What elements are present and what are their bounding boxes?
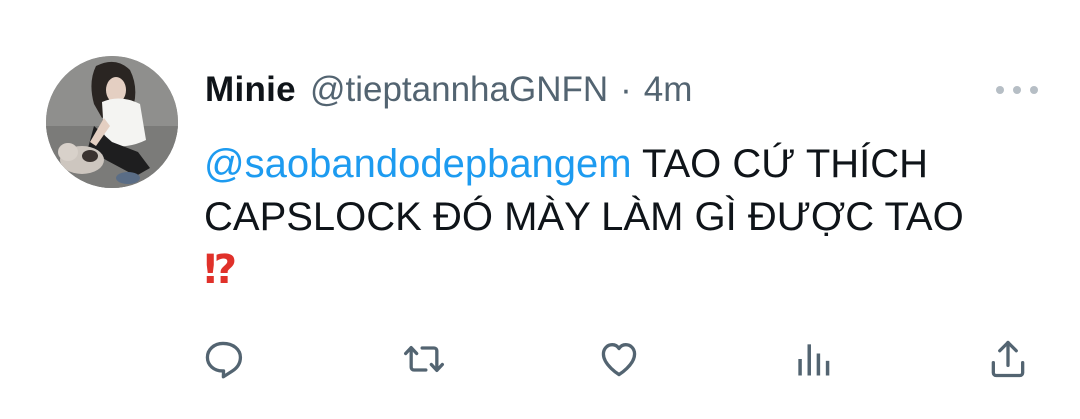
more-dot-icon (996, 86, 1004, 94)
more-dot-icon (1013, 86, 1021, 94)
tweet-card[interactable]: Minie @tieptannhaGNFN · 4m @saobandodepb… (0, 0, 1080, 419)
tweet-header: Minie @tieptannhaGNFN · 4m (205, 66, 692, 114)
heart-icon (601, 343, 637, 377)
avatar[interactable] (46, 56, 178, 188)
tweet-text: @saobandodepbangem TAO CỨ THÍCH CAPSLOCK… (204, 138, 1054, 297)
tweet-text-line2: CAPSLOCK ĐÓ MÀY LÀM GÌ ĐƯỢC TAO (204, 195, 964, 239)
exclamation-question-emoji: ⁉ (204, 248, 237, 292)
like-button[interactable] (594, 334, 644, 384)
author-name[interactable]: Minie (205, 66, 296, 114)
analytics-icon (798, 344, 830, 376)
mention-link[interactable]: @saobandodepbangem (204, 142, 632, 186)
retweet-icon (404, 345, 444, 373)
retweet-button[interactable] (399, 334, 449, 384)
more-options-button[interactable] (996, 80, 1038, 100)
more-dot-icon (1030, 86, 1038, 94)
reply-icon (205, 341, 243, 379)
action-bar (0, 334, 1080, 384)
share-button[interactable] (983, 334, 1033, 384)
timestamp[interactable]: 4m (644, 66, 693, 114)
tweet-text-line1: TAO CỨ THÍCH (631, 142, 929, 186)
avatar-photo (46, 56, 178, 188)
reply-button[interactable] (198, 334, 248, 384)
separator-dot: · (620, 70, 632, 109)
analytics-button[interactable] (788, 334, 838, 384)
share-icon (991, 340, 1025, 378)
author-handle[interactable]: @tieptannhaGNFN (310, 66, 608, 114)
